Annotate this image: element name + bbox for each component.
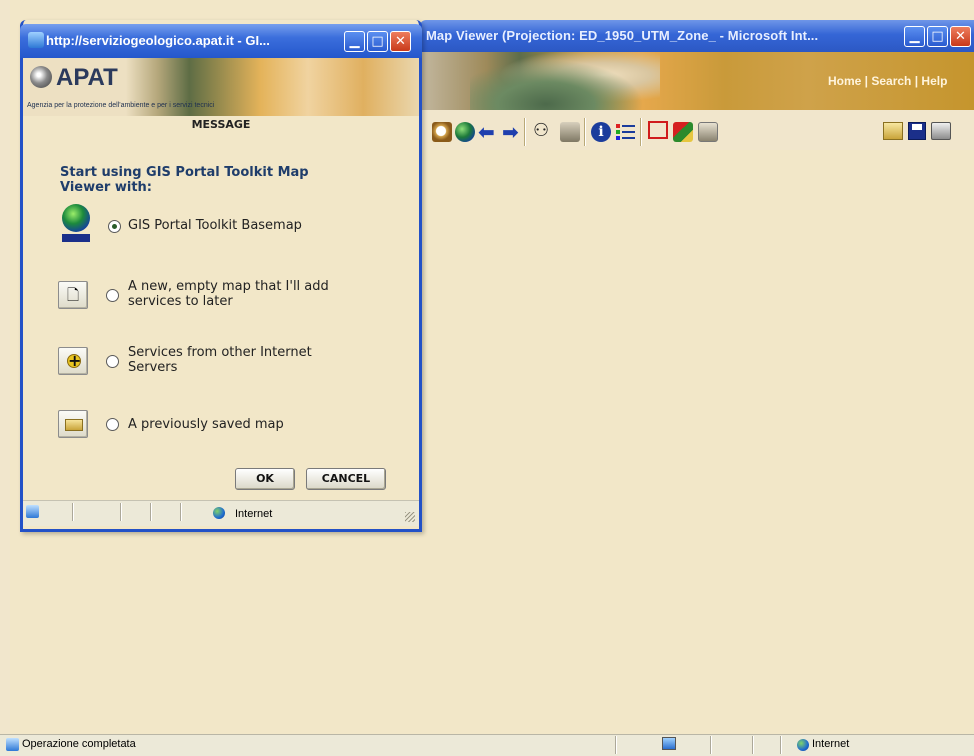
basemap-globe-icon	[58, 204, 94, 244]
intro-text: Start using GIS Portal Toolkit Map Viewe…	[60, 165, 309, 195]
add-service-icon[interactable]: +	[58, 347, 88, 375]
open-folder-icon[interactable]	[883, 122, 903, 140]
map-viewer-title: Map Viewer (Projection: ED_1950_UTM_Zone…	[426, 28, 819, 43]
cancel-button[interactable]: CANCEL	[306, 468, 386, 490]
popup-internet-zone-icon	[213, 507, 225, 519]
popup-status-divider	[120, 503, 122, 521]
legend-list-icon[interactable]	[616, 122, 636, 142]
popup-status-divider	[180, 503, 182, 521]
header-links[interactable]: Home | Search | Help	[828, 74, 947, 88]
arrow-right-icon[interactable]: ➡	[502, 122, 522, 142]
message-header: MESSAGE	[191, 118, 251, 131]
close-button[interactable]: ✕	[950, 26, 971, 47]
status-divider	[780, 736, 782, 754]
banner-mountain-image	[470, 52, 660, 110]
popup-page-icon	[26, 505, 39, 518]
info-icon[interactable]: i	[591, 122, 611, 142]
popup-maximize-button[interactable]: □	[367, 31, 388, 52]
popup-status-divider	[150, 503, 152, 521]
toolbar-divider	[584, 118, 586, 146]
status-text: Operazione completata	[22, 738, 136, 750]
option-services-radio[interactable]	[106, 355, 119, 368]
option-basemap-label[interactable]: GIS Portal Toolkit Basemap	[128, 219, 302, 233]
popup-minimize-button[interactable]: ▁	[344, 31, 365, 52]
status-divider	[710, 736, 712, 754]
new-document-icon[interactable]: 🗋	[58, 281, 88, 309]
status-divider	[615, 736, 617, 754]
print-icon[interactable]	[931, 122, 951, 140]
option-empty-map-label-line1[interactable]: A new, empty map that I'll add	[128, 280, 329, 294]
option-services-label-line1[interactable]: Services from other Internet	[128, 346, 312, 360]
option-empty-map-label-line2[interactable]: services to later	[128, 295, 233, 309]
window-left-edge	[0, 0, 10, 734]
arrow-left-icon[interactable]: ⬅	[478, 122, 498, 142]
globe-icon[interactable]	[455, 122, 475, 142]
option-empty-map-radio[interactable]	[106, 289, 119, 302]
option-saved-map-label[interactable]: A previously saved map	[128, 418, 284, 432]
select-by-graphic-icon[interactable]	[673, 122, 693, 142]
ie-icon	[28, 32, 44, 48]
ok-button[interactable]: OK	[235, 468, 295, 490]
maximize-button[interactable]: □	[927, 26, 948, 47]
internet-zone-icon	[797, 739, 809, 751]
open-folder-icon[interactable]	[58, 410, 88, 438]
status-divider	[752, 736, 754, 754]
page-status-icon	[6, 738, 19, 751]
option-services-label-line2[interactable]: Servers	[128, 361, 177, 375]
option-basemap-radio[interactable]	[108, 220, 121, 233]
apat-subtitle: Agenzia per la protezione dell'ambiente …	[27, 102, 215, 109]
popup-close-button[interactable]: ✕	[390, 31, 411, 52]
apat-logo: APAT	[56, 64, 118, 91]
apat-emblem-icon	[30, 66, 52, 88]
zoom-extent-icon[interactable]	[432, 122, 452, 142]
save-icon[interactable]	[908, 122, 926, 140]
minimize-button[interactable]: ▁	[904, 26, 925, 47]
popup-status-divider	[72, 503, 74, 521]
security-icon	[662, 737, 676, 750]
map-toolbar: ⬅ ➡ ⚇ i	[420, 110, 974, 150]
binoculars-icon[interactable]: ⚇	[533, 120, 555, 142]
zone-text: Internet	[812, 738, 850, 750]
option-saved-map-radio[interactable]	[106, 418, 119, 431]
identify-features-icon[interactable]	[560, 122, 580, 142]
toolbar-divider	[524, 118, 526, 146]
toolbar-divider	[640, 118, 642, 146]
popup-zone-text: Internet	[235, 508, 273, 520]
resize-grip[interactable]	[405, 512, 415, 522]
select-rectangle-icon[interactable]	[648, 121, 668, 139]
popup-title: http://serviziogeologico.apat.it - GI...	[46, 33, 270, 48]
clear-selection-icon[interactable]	[698, 122, 718, 142]
